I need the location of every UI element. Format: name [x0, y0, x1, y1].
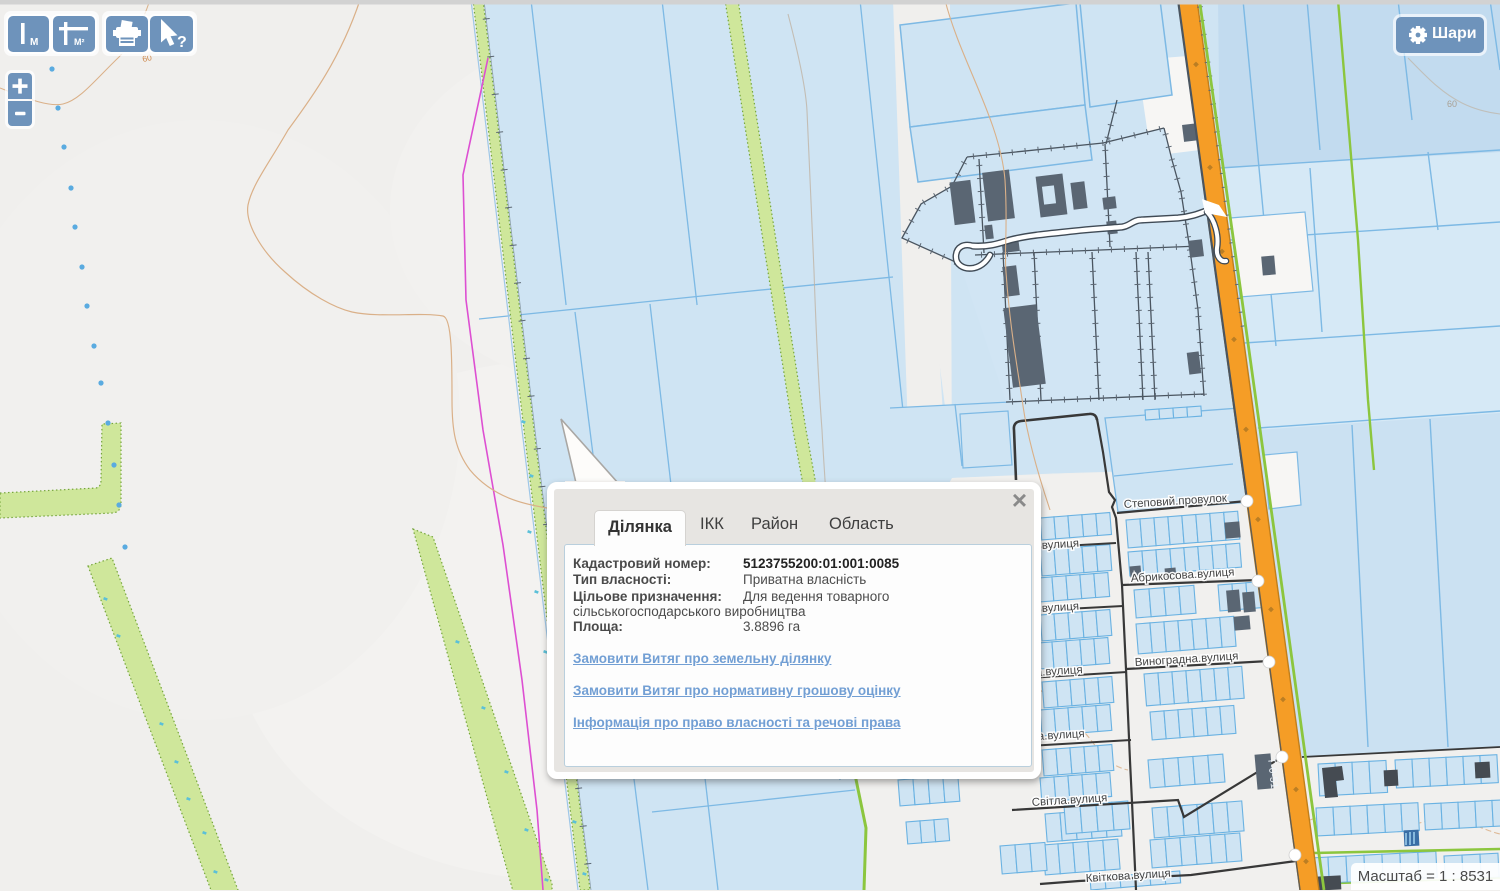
svg-text:вулиця: вулиця	[1041, 538, 1079, 552]
svg-text:M: M	[30, 37, 38, 48]
svg-text:вулиця: вулиця	[1041, 601, 1079, 615]
svg-text:?: ?	[177, 34, 187, 51]
svg-text:M²: M²	[74, 37, 85, 47]
svg-text:60: 60	[1447, 99, 1457, 109]
